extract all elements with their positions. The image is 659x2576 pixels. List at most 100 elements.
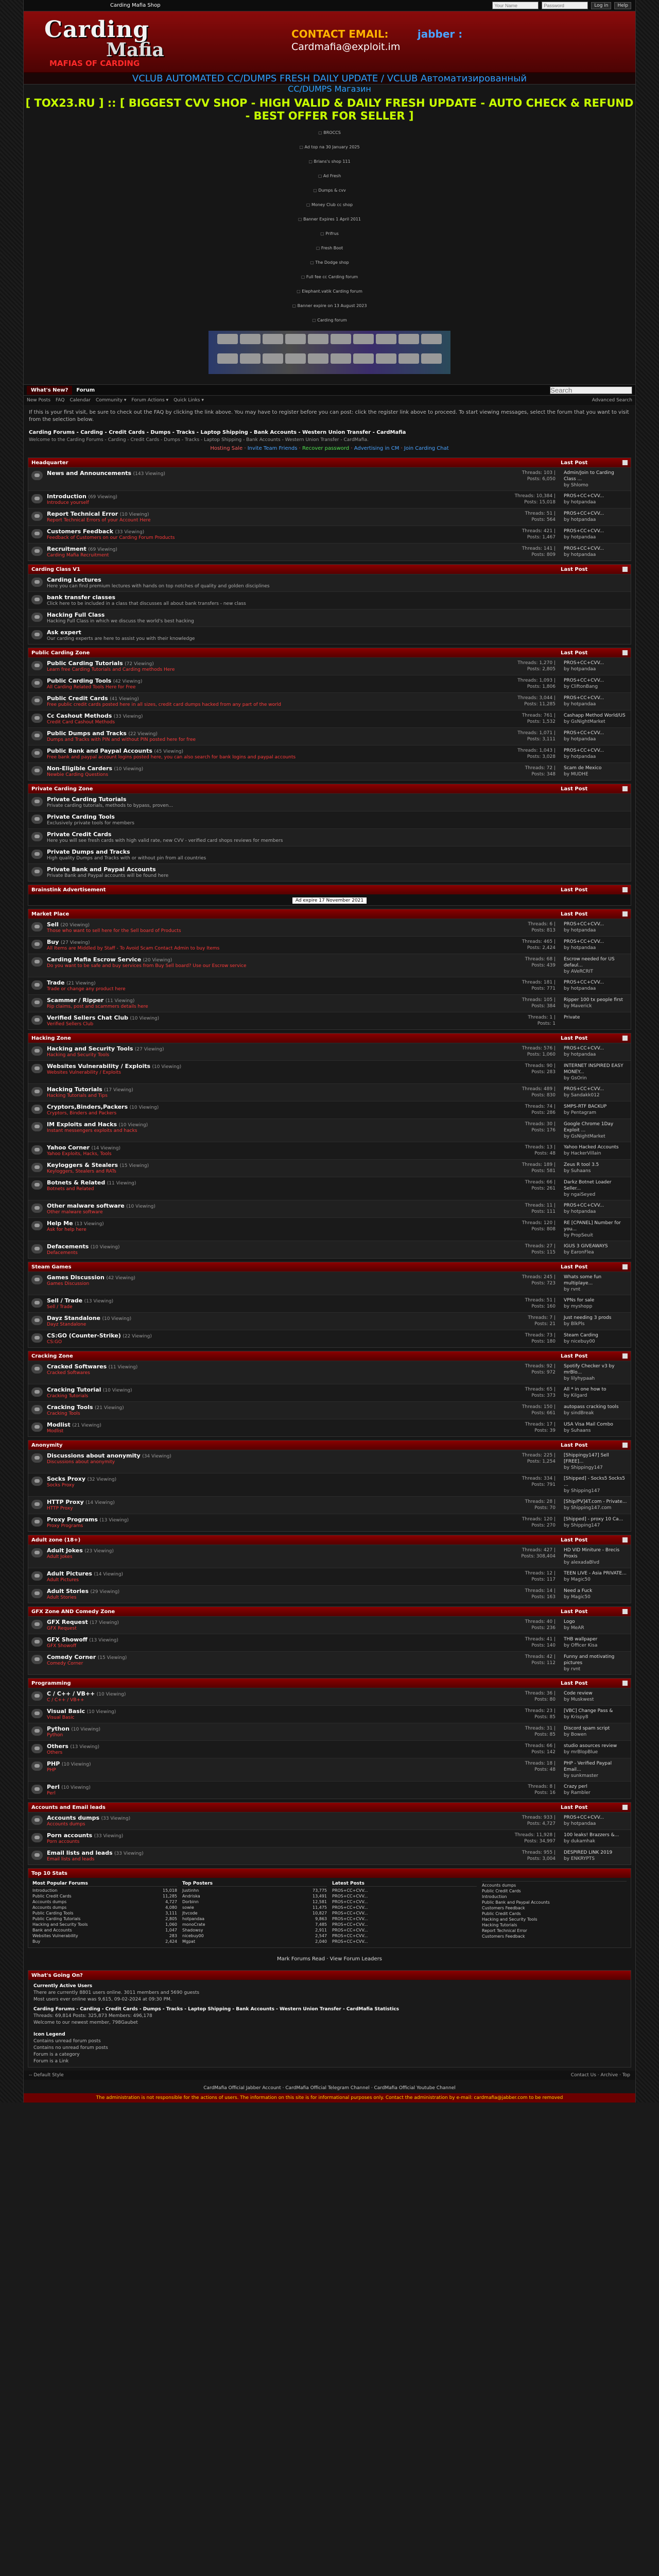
top10-name[interactable]: Report Technical Error [482,1928,527,1934]
last-post-author[interactable]: by Sandakk012 [564,1092,628,1098]
last-post-title[interactable]: PROS+CC+CVV... [564,730,628,736]
last-post-author[interactable]: by Suhaans [564,1168,628,1174]
ad-banner-link[interactable]: Prifrus [278,230,381,238]
forum-title[interactable]: Cc Cashout Methods [47,713,112,719]
last-post-title[interactable]: PROS+CC+CVV... [564,546,628,552]
last-post-author[interactable]: by BlkPls [564,1321,628,1327]
forum-title[interactable]: Cracking Tutorial [47,1386,101,1393]
forum-title[interactable]: Keyloggers & Stealers [47,1162,118,1168]
forum-title[interactable]: GFX Request [47,1619,88,1625]
top10-name[interactable]: Accounts dumps [32,1905,66,1910]
section-header[interactable]: Private Carding Zone Last Post [28,784,631,793]
forum-title[interactable]: Private Carding Tools [47,814,115,820]
top10-name[interactable]: Hacking and Security Tools [482,1917,537,1922]
last-post-title[interactable]: Discord spam script [564,1725,628,1732]
forum-title[interactable]: Websites Vulnerability / Exploits [47,1063,150,1070]
subnav-faq[interactable]: FAQ [56,398,64,403]
join-chat-link[interactable]: Join Carding Chat [404,446,449,451]
ad-banner-link[interactable]: Fresh Boot [278,244,381,252]
last-post-author[interactable]: by GsOrin [564,1075,628,1081]
forum-title[interactable]: Public Credit Cards [47,695,108,702]
forum-title[interactable]: Cracked Softwares [47,1363,107,1370]
last-post-author[interactable]: by hotpandaa [564,552,628,558]
forum-title[interactable]: CS:GO (Counter-Strike) [47,1332,121,1339]
top10-name[interactable]: Accounts dumps [32,1899,66,1905]
section-ad-label[interactable]: Ad expire 17 November 2021 [292,897,367,904]
last-post-author[interactable]: by Shipping147 [564,1522,628,1529]
ad-banner-link[interactable]: Banner expire on 13 August 2023 [278,302,381,310]
top10-name[interactable]: Customers Feedback [482,1905,525,1911]
last-post-author[interactable]: by MeAR [564,1625,628,1631]
top-link[interactable]: Top [622,2073,630,2078]
forum-title[interactable]: Cracking Tools [47,1404,93,1411]
forum-title[interactable]: Adult Stories [47,1588,89,1595]
forum-title[interactable]: Public Bank and Paypal Accounts [47,748,152,754]
last-post-title[interactable]: Ripper 100 tx people first [564,997,628,1003]
last-post-title[interactable]: PROS+CC+CVV... [564,493,628,499]
forum-title[interactable]: Visual Basic [47,1708,85,1715]
forum-title[interactable]: Porn accounts [47,1832,92,1839]
forum-title[interactable]: Games Discussion [47,1274,105,1281]
ad-banner-link[interactable]: Carding forum [278,316,381,325]
last-post-author[interactable]: by MUDHE [564,771,628,777]
last-post-author[interactable]: by Kilgard [564,1393,628,1399]
top10-name[interactable]: Public Credit Cards [32,1893,72,1899]
last-post-author[interactable]: by Rambler [564,1790,628,1796]
top10-name[interactable]: monoCrate [182,1922,205,1927]
last-post-author[interactable]: by GsNightMarket [564,1133,628,1140]
last-post-author[interactable]: by Magic50 [564,1577,628,1583]
forum-title[interactable]: Sell [47,921,59,928]
last-post-author[interactable]: by sunkmaster [564,1773,628,1779]
last-post-title[interactable]: Code review [564,1690,628,1697]
last-post-author[interactable]: by PropSeuit [564,1232,628,1239]
last-post-title[interactable]: Logo [564,1619,628,1625]
advertising-link[interactable]: Advertising in CM [354,446,400,451]
collapse-icon[interactable] [622,1443,628,1448]
forum-title[interactable]: bank transfer classes [47,594,115,601]
site-logo[interactable]: Carding Mafia MAFIAS OF CARDING [44,19,240,69]
section-header[interactable]: Adult zone (18+) Last Post [28,1535,631,1545]
last-post-title[interactable]: IGUS 3 GIVEAWAYS [564,1243,628,1249]
collapse-icon[interactable] [622,1537,628,1543]
forum-title[interactable]: Accounts dumps [47,1815,99,1821]
last-post-title[interactable]: PROS+CC+CVV... [564,979,628,986]
last-post-author[interactable]: by CliftonBang [564,684,628,690]
top10-name[interactable]: Websites Vulnerability [32,1933,78,1939]
forum-title[interactable]: Scammer / Ripper [47,997,103,1004]
last-post-author[interactable]: by Shipping147 [564,1488,628,1494]
forum-title[interactable]: Verified Sellers Chat Club [47,1014,128,1021]
recover-password-link[interactable]: Recover password [302,446,349,451]
top10-name[interactable]: Shadowsy [182,1927,203,1933]
last-post-author[interactable]: by hotpandaa [564,945,628,951]
forum-title[interactable]: Introduction [47,493,86,500]
last-post-title[interactable]: Admin/Join to Carding Class ... [564,470,628,482]
forum-title[interactable]: Others [47,1743,68,1750]
last-post-author[interactable]: by HackerVillain [564,1150,628,1157]
last-post-author[interactable]: by dukamhak [564,1838,628,1844]
last-post-title[interactable]: Whats some fun multiplaye... [564,1274,628,1286]
last-post-author[interactable]: by hotpandaa [564,1209,628,1215]
forum-title[interactable]: Comedy Corner [47,1654,96,1660]
last-post-title[interactable]: PROS+CC+CVV... [564,748,628,754]
last-post-title[interactable]: TEEN LIVE - Asia PRIVATE... [564,1570,628,1577]
last-post-title[interactable]: VPNs for sale [564,1297,628,1303]
top10-name[interactable]: PROS+CC+CVV... [332,1922,368,1927]
top10-name[interactable]: PROS+CC+CVV... [332,1933,368,1939]
forum-title[interactable]: Public Carding Tools [47,677,111,684]
card-brands-banner[interactable] [209,331,450,374]
last-post-title[interactable]: RE [CPANEL] Number for you... [564,1220,628,1232]
forum-title[interactable]: Private Carding Tutorials [47,796,126,803]
contact-email[interactable]: Cardmafia@exploit.im [291,41,400,53]
forum-title[interactable]: Customers Feedback [47,528,113,535]
top10-name[interactable]: Public Carding Tutorials [32,1916,80,1922]
contact-us-link[interactable]: Contact Us [571,2073,596,2078]
last-post-title[interactable]: INTERNET INSPIRED EASY MONEY... [564,1063,628,1075]
top10-name[interactable]: sowie [182,1905,194,1910]
last-post-title[interactable]: Steam Carding [564,1332,628,1338]
forum-title[interactable]: Adult Jokes [47,1547,83,1554]
top10-name[interactable]: Hacking Tutorials [482,1922,517,1928]
last-post-author[interactable]: by Krispy8 [564,1714,628,1720]
forum-title[interactable]: IM Exploits and Hacks [47,1121,117,1128]
forum-title[interactable]: Modlist [47,1421,71,1428]
last-post-author[interactable]: by Maverick [564,1003,628,1009]
